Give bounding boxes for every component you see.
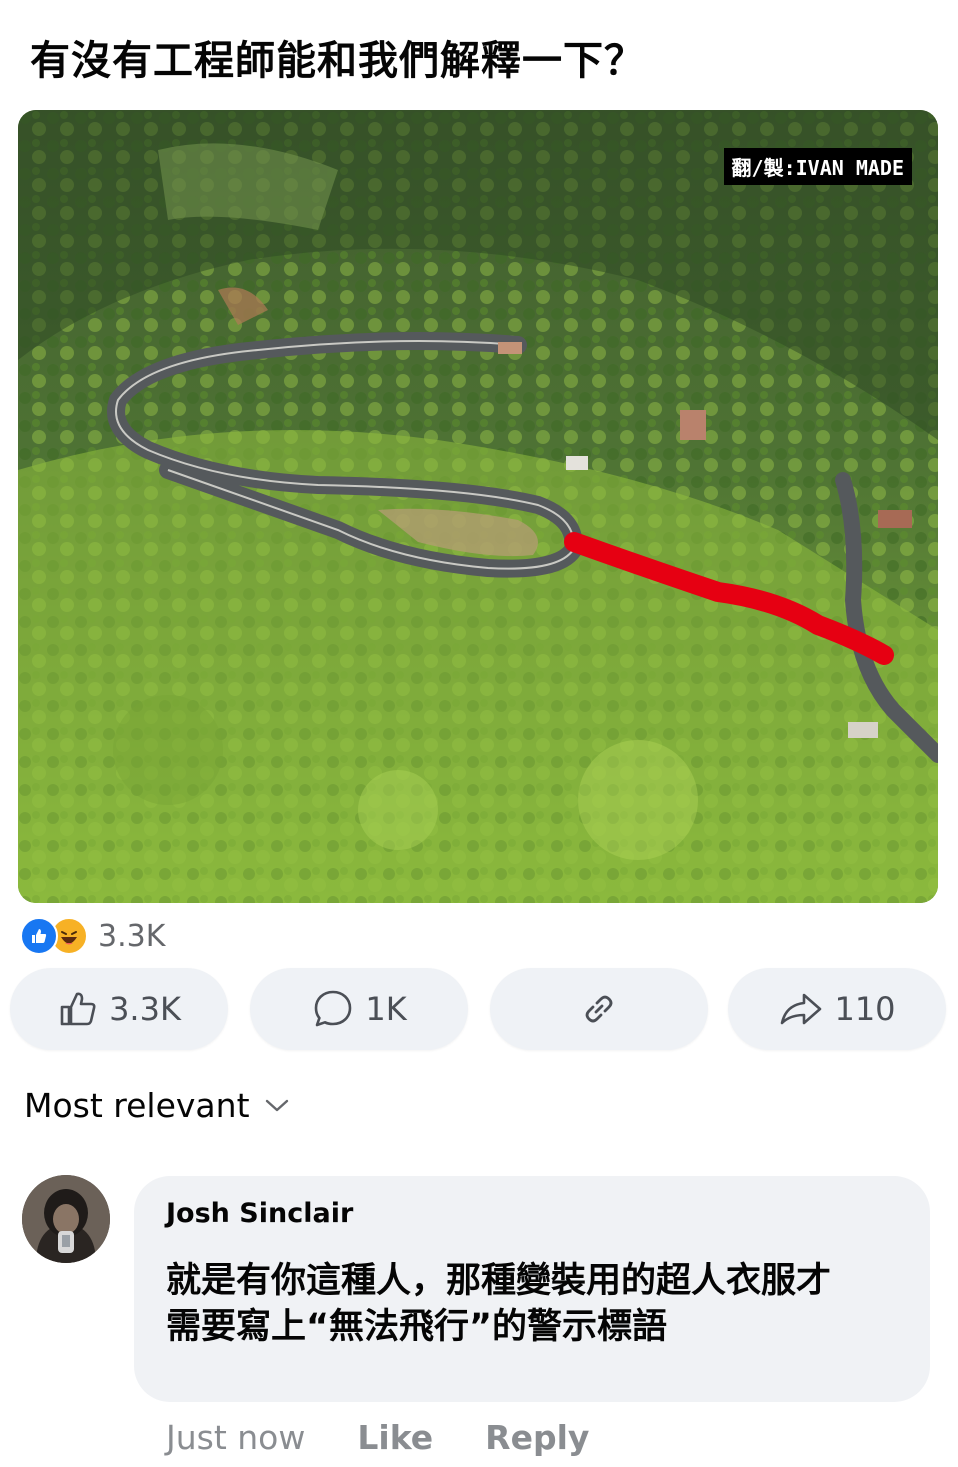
comment-text-line: 需要寫上“無法飛行”的警示標語 [166, 1307, 668, 1347]
like-button[interactable]: 3.3K [10, 968, 228, 1050]
comment-timestamp: Just now [166, 1418, 306, 1457]
comment-reply-link[interactable]: Reply [485, 1418, 589, 1457]
reaction-summary[interactable]: 3.3K [20, 914, 165, 958]
comment-count: 1K [365, 990, 407, 1028]
link-icon [585, 995, 613, 1023]
comment-button[interactable]: 1K [250, 968, 468, 1050]
share-arrow-icon [781, 993, 822, 1025]
like-count: 3.3K [109, 990, 181, 1028]
aerial-road-image [18, 110, 938, 903]
comment-icon [315, 990, 352, 1027]
watermark: 翻/製:IVAN MADE [723, 148, 912, 185]
comment-sort-dropdown[interactable]: Most relevant [24, 1086, 290, 1125]
comment-bubble: Josh Sinclair 就是有你這種人，那種變裝用的超人衣服才 需要寫上“無… [134, 1176, 930, 1402]
share-button[interactable]: 110 [728, 968, 946, 1050]
share-count: 110 [834, 990, 896, 1028]
comment-text: 就是有你這種人，那種變裝用的超人衣服才 需要寫上“無法飛行”的警示標語 [166, 1258, 916, 1350]
post-title: 有沒有工程師能和我們解釋一下？ [30, 38, 645, 84]
reaction-count: 3.3K [98, 918, 166, 954]
sort-label: Most relevant [24, 1086, 250, 1125]
post-photo[interactable]: 翻/製:IVAN MADE [18, 110, 938, 903]
comment-meta: Just now Like Reply [166, 1418, 589, 1457]
comment-author[interactable]: Josh Sinclair [166, 1198, 353, 1229]
comment-like-link[interactable]: Like [357, 1418, 433, 1457]
thumbs-up-icon [60, 992, 96, 1026]
copy-link-button[interactable] [490, 968, 708, 1050]
avatar[interactable] [22, 1175, 110, 1263]
comment-text-line: 就是有你這種人，那種變裝用的超人衣服才 [166, 1261, 832, 1301]
like-icon [20, 917, 58, 955]
chevron-down-icon [265, 1099, 288, 1111]
